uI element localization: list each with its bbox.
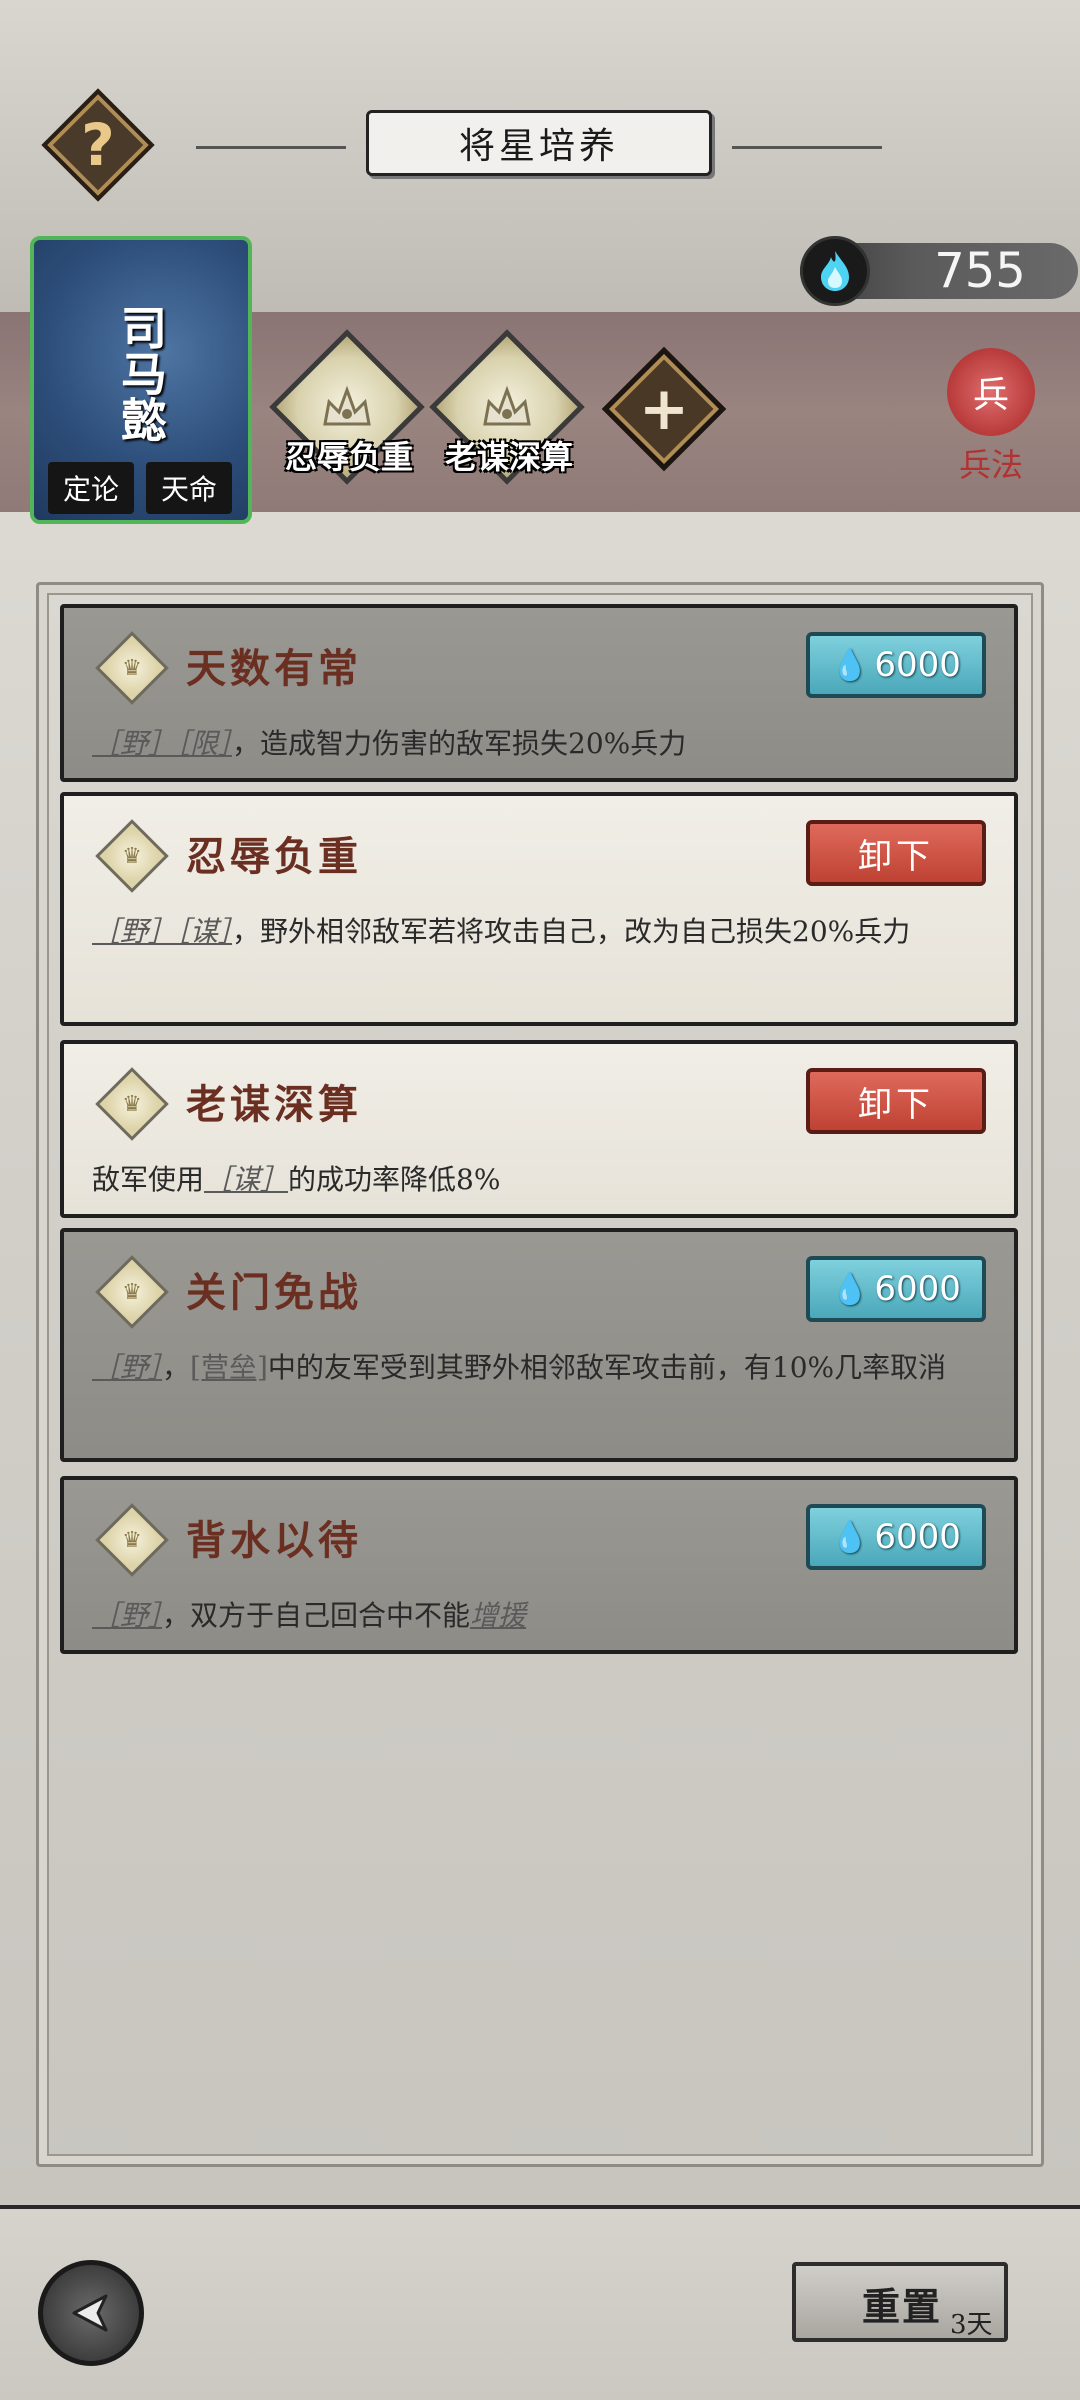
skill-text: 敌军使用 [92,1163,205,1196]
skill-description: ［野］［谋］，野外相邻敌军若将攻击自己，改为自己损失20%兵力 [92,908,990,956]
skill-text: ，造成智力伤害的敌军损失20%兵力 [232,727,687,760]
back-button[interactable] [38,2260,144,2366]
bingfa-button[interactable]: 兵 兵法 [936,348,1046,486]
skill-crown-icon: ♛ [95,631,169,705]
question-mark-icon: ? [81,111,115,179]
page-title: 将星培养 [366,110,712,176]
unlock-cost-button[interactable]: 💧 6000 [806,632,986,698]
skill-title: 天数有常 [186,645,362,692]
skill-keyword[interactable]: ［限］ [176,727,232,760]
reset-label: 重置 [862,2284,943,2329]
cost-value: 6000 [874,1517,961,1557]
skill-text: ， [162,1351,191,1384]
unlock-cost-button[interactable]: 💧 6000 [806,1256,986,1322]
skill-title: 背水以待 [186,1517,362,1564]
general-tag: 定论 [48,462,134,514]
reset-days: 3天 [950,2310,993,2340]
blue-flame-icon: 💧 [831,1519,869,1555]
unequip-button[interactable]: 卸下 [806,820,986,886]
skill-row: ♛ 背水以待 💧 6000 ［野］，双方于自己回合中不能增援 [60,1476,1018,1654]
equipped-skill-label: 忍辱负重 [284,438,413,476]
general-name: 司马懿 [114,304,168,442]
skill-row: ♛ 天数有常 💧 6000 ［野］［限］，造成智力伤害的敌军损失20%兵力 [60,604,1018,782]
skill-description: ［野］［限］，造成智力伤害的敌军损失20%兵力 [92,720,990,768]
crown-icon [323,385,371,426]
blue-flame-icon [800,236,870,306]
skill-crown-icon: ♛ [95,1503,169,1577]
skill-description: ［野］，双方于自己回合中不能增援 [92,1592,990,1640]
skill-text: ，双方于自己回合中不能 [162,1599,471,1632]
equipped-skill-label: 老谋深算 [444,438,573,476]
general-tag: 天命 [146,462,232,514]
bingfa-label: 兵法 [958,446,1023,484]
cost-value: 6000 [874,1269,961,1309]
skill-text: ，野外相邻敌军若将攻击自己，改为自己损失20%兵力 [232,915,911,948]
plus-icon: + [638,374,690,444]
skill-keyword[interactable]: ［谋］ [176,915,232,948]
skill-text: 的成功率降低8% [288,1163,501,1196]
unlock-cost-button[interactable]: 💧 6000 [806,1504,986,1570]
skill-keyword[interactable]: ［野］ [92,915,176,948]
title-divider-left [196,146,346,149]
crown-icon [483,385,531,426]
skill-title: 关门免战 [186,1269,362,1316]
skill-crown-icon: ♛ [95,1067,169,1141]
blue-flame-icon: 💧 [831,1271,869,1307]
skill-keyword[interactable]: ［野］ [92,1351,162,1384]
blue-flame-icon: 💧 [831,647,869,683]
skill-description: ［野］，[营垒]中的友军受到其野外相邻敌军攻击前，有10%几率取消 [92,1344,990,1392]
skill-keyword[interactable]: 增援 [470,1599,526,1632]
reset-button[interactable]: 重置 3天 [792,2262,1008,2342]
unequip-button[interactable]: 卸下 [806,1068,986,1134]
cost-value: 6000 [874,645,961,685]
general-portrait-card[interactable]: 司马懿 定论 天命 [30,236,252,524]
book-seal-icon: 兵 [947,348,1035,436]
skill-keyword[interactable]: ［谋］ [204,1163,288,1196]
currency-value: 755 [934,243,1026,299]
skill-crown-icon: ♛ [95,819,169,893]
back-arrow-icon [72,2294,108,2332]
skill-row: ♛ 关门免战 💧 6000 ［野］，[营垒]中的友军受到其野外相邻敌军攻击前，有1… [60,1228,1018,1462]
skill-description: 敌军使用［谋］的成功率降低8% [92,1156,990,1204]
skill-title: 忍辱负重 [186,833,362,880]
skill-row: ♛ 老谋深算 卸下 敌军使用［谋］的成功率降低8% [60,1040,1018,1218]
title-divider-right [732,146,882,149]
skill-keyword[interactable]: ［野］ [92,1599,162,1632]
skill-row: ♛ 忍辱负重 卸下 ［野］［谋］，野外相邻敌军若将攻击自己，改为自己损失20%兵… [60,792,1018,1026]
skill-text: 中的友军受到其野外相邻敌军攻击前，有10%几率取消 [267,1351,947,1384]
skill-keyword[interactable]: [营垒] [190,1351,268,1384]
skill-crown-icon: ♛ [95,1255,169,1329]
skill-keyword[interactable]: ［野］ [92,727,176,760]
skill-title: 老谋深算 [186,1081,362,1128]
